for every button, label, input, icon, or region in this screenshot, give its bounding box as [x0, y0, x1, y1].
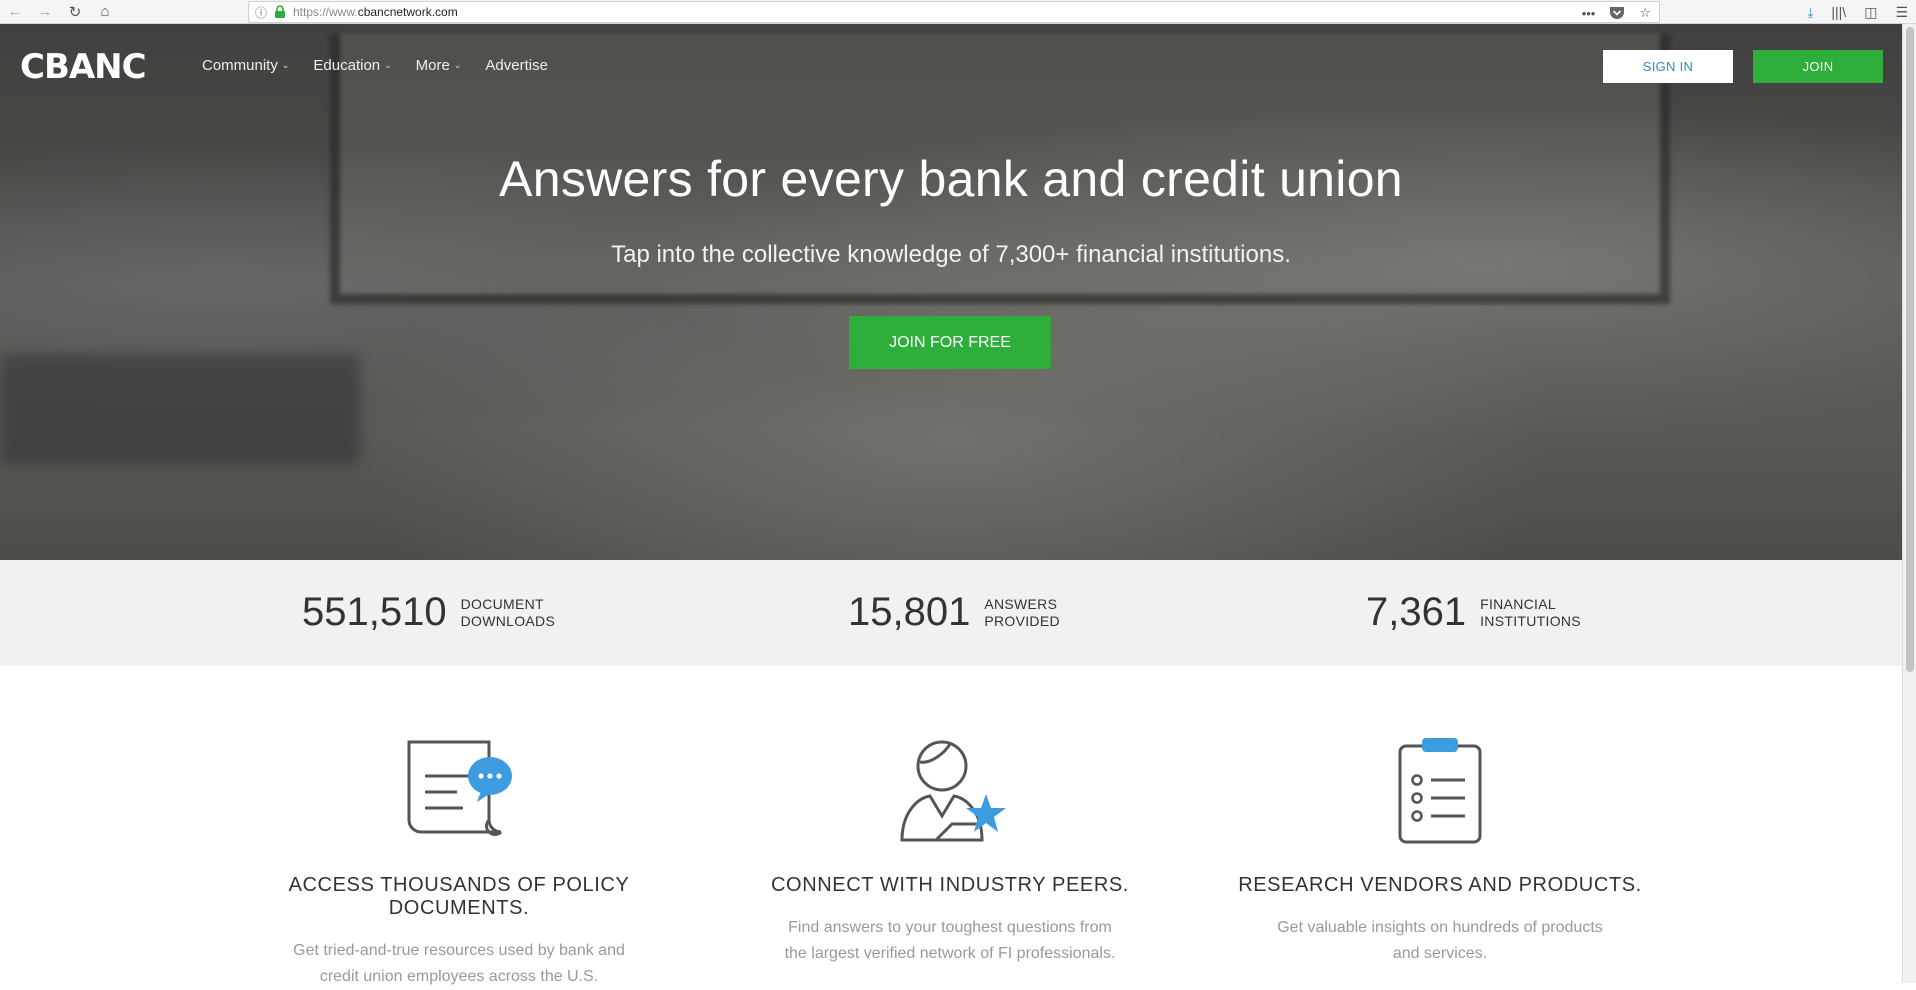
hero-subtitle: Tap into the collective knowledge of 7,3…: [611, 241, 1291, 268]
chevron-down-icon: ⌄: [281, 60, 290, 70]
hero-title: Answers for every bank and credit union: [499, 151, 1403, 207]
stat-value: 15,801: [848, 590, 971, 634]
nav-label: Education: [313, 57, 381, 74]
back-icon[interactable]: ←: [0, 0, 30, 24]
join-button[interactable]: JOIN: [1753, 50, 1883, 83]
url-domain: cbancnetwork.com: [357, 5, 458, 19]
chevron-down-icon: ⌄: [453, 60, 462, 70]
address-bar[interactable]: ⓘ https://www. cbancnetwork.com ••• ☆: [248, 1, 1660, 23]
nav-label: More: [415, 57, 450, 74]
download-icon[interactable]: ⤓: [1807, 4, 1813, 21]
join-for-free-button[interactable]: JOIN FOR FREE: [849, 316, 1051, 369]
scrollbar-thumb[interactable]: [1906, 27, 1914, 672]
stat-answers-provided: 15,801 ANSWERS PROVIDED: [848, 590, 1060, 635]
cbanc-logo[interactable]: CBANC: [20, 47, 147, 87]
stat-document-downloads: 551,510 DOCUMENT DOWNLOADS: [302, 590, 555, 635]
feature-title: CONNECT WITH INDUSTRY PEERS.: [771, 874, 1129, 896]
feature-description: Get tried-and-true resources used by ban…: [293, 942, 625, 985]
nav-item-education[interactable]: Education ⌄: [313, 57, 391, 74]
document-chat-icon: [219, 736, 699, 846]
stat-financial-institutions: 7,361 FINANCIAL INSTITUTIONS: [1366, 590, 1581, 635]
nav-label: Community: [202, 57, 278, 74]
sidebar-icon[interactable]: ◫: [1864, 4, 1877, 21]
reload-icon[interactable]: ↻: [60, 0, 90, 24]
feature-title: ACCESS THOUSANDS OF POLICY DOCUMENTS.: [288, 874, 630, 919]
stat-label: ANSWERS PROVIDED: [984, 595, 1060, 629]
clipboard-list-icon: [1200, 736, 1680, 846]
feature-description: Find answers to your toughest questions …: [784, 919, 1116, 962]
feature-vendors-products: RESEARCH VENDORS AND PRODUCTS. Get valua…: [1200, 736, 1680, 967]
library-icon[interactable]: |||\: [1831, 4, 1846, 20]
feature-industry-peers: CONNECT WITH INDUSTRY PEERS. Find answer…: [710, 736, 1190, 967]
info-icon[interactable]: ⓘ: [249, 4, 273, 21]
feature-description: Get valuable insights on hundreds of pro…: [1277, 919, 1603, 962]
pocket-icon[interactable]: [1609, 6, 1625, 20]
bookmark-star-icon[interactable]: ☆: [1639, 5, 1651, 21]
stat-value: 7,361: [1366, 590, 1467, 634]
feature-policy-documents: ACCESS THOUSANDS OF POLICY DOCUMENTS. Ge…: [219, 736, 699, 990]
stat-label: DOCUMENT DOWNLOADS: [460, 595, 556, 629]
site-header: CBANC Community ⌄ Education ⌄ More ⌄ Advert…: [0, 24, 1902, 108]
sign-in-button[interactable]: SIGN IN: [1603, 50, 1733, 83]
nav-label: Advertise: [485, 57, 548, 74]
nav-item-advertise[interactable]: Advertise: [485, 57, 548, 74]
lock-icon: [275, 5, 285, 18]
forward-icon[interactable]: →: [30, 0, 60, 24]
home-icon[interactable]: ⌂: [90, 0, 120, 24]
feature-title: RESEARCH VENDORS AND PRODUCTS.: [1238, 874, 1642, 896]
person-star-icon: [710, 736, 1190, 846]
chevron-down-icon: ⌄: [384, 60, 392, 70]
stats-bar: 551,510 DOCUMENT DOWNLOADS 15,801 ANSWERS…: [0, 560, 1902, 666]
hamburger-menu-icon[interactable]: ☰: [1895, 4, 1908, 21]
stat-value: 551,510: [302, 590, 447, 634]
main-nav: Community ⌄ Education ⌄ More ⌄ Advertise: [202, 57, 548, 74]
stat-label: FINANCIAL INSTITUTIONS: [1480, 595, 1581, 629]
browser-toolbar: ← → ↻ ⌂ ⓘ https://www. cbancnetwork.com •…: [0, 0, 1916, 24]
page-scrollbar[interactable]: [1902, 24, 1916, 983]
page-actions-icon[interactable]: •••: [1582, 6, 1596, 21]
nav-item-community[interactable]: Community ⌄: [202, 57, 289, 74]
nav-item-more[interactable]: More ⌄: [416, 57, 462, 74]
url-prefix: https://www.: [293, 5, 358, 19]
